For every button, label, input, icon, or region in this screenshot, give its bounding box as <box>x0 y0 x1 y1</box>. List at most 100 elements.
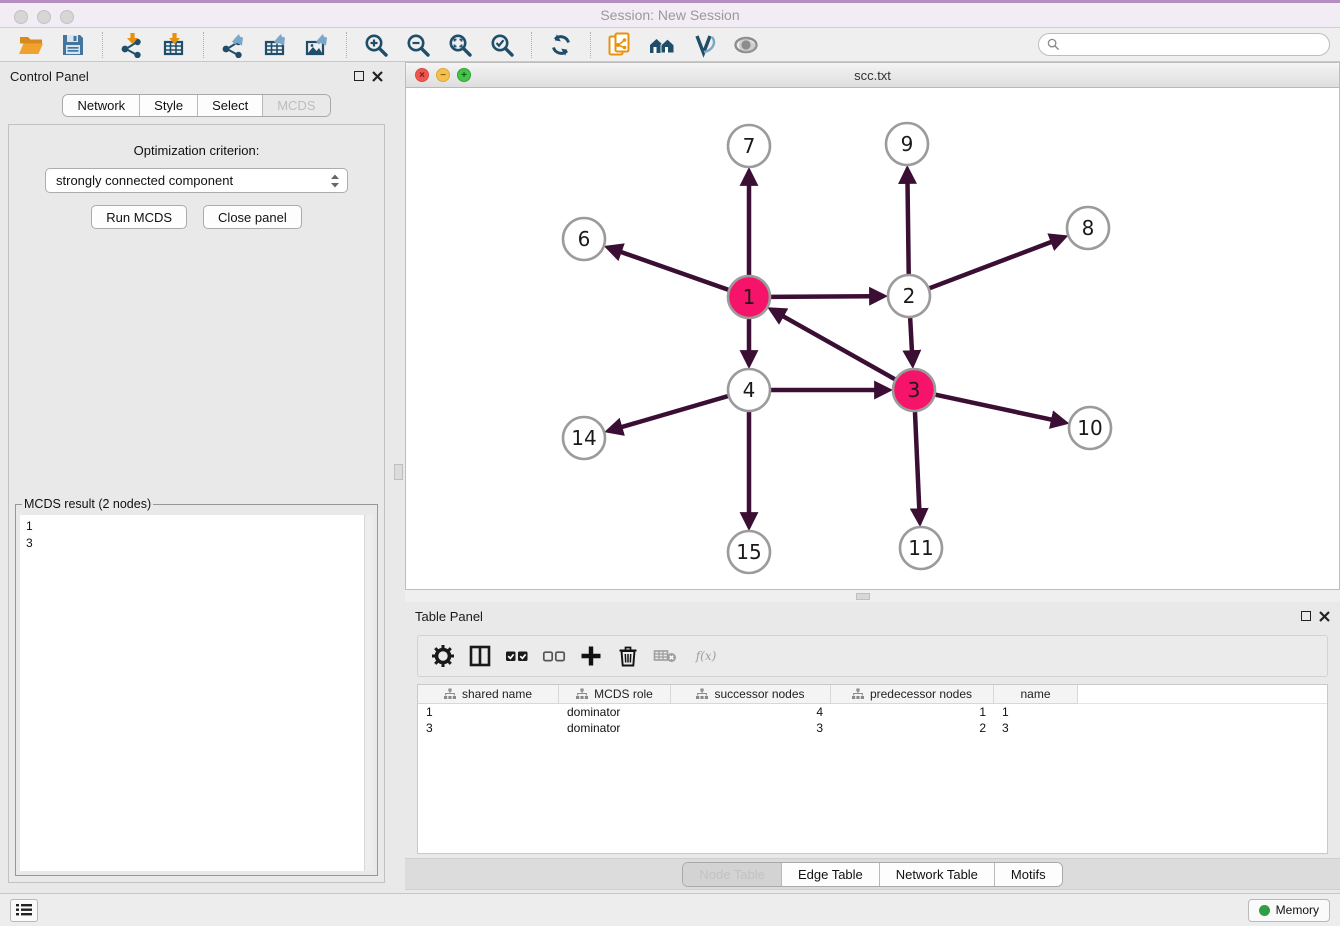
column-header-shared_name[interactable]: shared name <box>418 685 559 704</box>
export-table-icon[interactable] <box>259 30 291 60</box>
maximize-network-icon[interactable]: + <box>457 68 471 82</box>
tab-edge-table[interactable]: Edge Table <box>782 863 880 886</box>
column-header-predecessor_nodes[interactable]: predecessor nodes <box>831 685 994 704</box>
edge-2-9[interactable] <box>908 182 909 274</box>
cell-successor_nodes[interactable]: 3 <box>671 721 831 735</box>
edge-1-2[interactable] <box>771 296 871 297</box>
column-header-mcds_role[interactable]: MCDS role <box>559 685 671 704</box>
tab-style[interactable]: Style <box>140 95 198 116</box>
minimize-network-icon[interactable]: − <box>436 68 450 82</box>
graph-node-9[interactable]: 9 <box>886 123 928 165</box>
close-panel-icon[interactable] <box>1319 611 1330 622</box>
criterion-select[interactable]: strongly connected component <box>45 168 348 193</box>
save-session-icon[interactable] <box>57 30 89 60</box>
zoom-in-icon[interactable] <box>360 30 392 60</box>
svg-text:15: 15 <box>736 540 761 564</box>
cell-mcds_role[interactable]: dominator <box>559 705 671 719</box>
edge-4-14[interactable] <box>620 396 727 427</box>
delete-column-icon[interactable] <box>611 639 645 673</box>
zoom-selected-icon[interactable] <box>486 30 518 60</box>
edge-2-3[interactable] <box>910 318 912 352</box>
float-panel-icon[interactable] <box>1301 611 1311 621</box>
graph-node-1[interactable]: 1 <box>728 276 770 318</box>
network-canvas[interactable]: 7 9 6 8 1 2 4 3 14 10 15 11 <box>406 88 1339 589</box>
tab-node-table[interactable]: Node Table <box>683 863 782 886</box>
split-pane-icon[interactable] <box>463 639 497 673</box>
add-column-icon[interactable] <box>574 639 608 673</box>
search-box[interactable] <box>1038 33 1330 56</box>
close-window-icon[interactable] <box>14 10 28 24</box>
graph-node-10[interactable]: 10 <box>1069 407 1111 449</box>
window-traffic-lights[interactable] <box>14 10 74 24</box>
app-window: Session: New Session Control Panel Netwo… <box>0 0 1340 926</box>
gear-icon[interactable] <box>426 639 460 673</box>
close-network-icon[interactable]: × <box>415 68 429 82</box>
tab-mcds[interactable]: MCDS <box>263 95 329 116</box>
cell-mcds_role[interactable]: dominator <box>559 721 671 735</box>
minimize-window-icon[interactable] <box>37 10 51 24</box>
graph-node-3[interactable]: 3 <box>893 369 935 411</box>
tab-network-table[interactable]: Network Table <box>880 863 995 886</box>
open-network-file-icon[interactable] <box>604 30 636 60</box>
cell-name[interactable]: 3 <box>994 721 1078 735</box>
splitter-handle[interactable] <box>856 593 870 600</box>
cell-successor_nodes[interactable]: 4 <box>671 705 831 719</box>
cell-predecessor_nodes[interactable]: 1 <box>831 705 994 719</box>
tab-select[interactable]: Select <box>198 95 263 116</box>
select-all-columns-icon[interactable] <box>500 639 534 673</box>
zoom-fit-icon[interactable] <box>444 30 476 60</box>
float-panel-icon[interactable] <box>354 71 364 81</box>
tab-network[interactable]: Network <box>63 95 140 116</box>
edge-3-10[interactable] <box>936 395 1053 420</box>
import-table-icon[interactable] <box>158 30 190 60</box>
table-row-2[interactable]: 3dominator323 <box>418 720 1327 736</box>
graph-node-11[interactable]: 11 <box>900 527 942 569</box>
network-window-titlebar[interactable]: × − + scc.txt <box>406 63 1339 88</box>
tab-motifs[interactable]: Motifs <box>995 863 1062 886</box>
vertical-splitter[interactable] <box>393 62 405 893</box>
network-graph[interactable]: 7 9 6 8 1 2 4 3 14 10 15 11 <box>406 88 1339 589</box>
horizontal-splitter[interactable] <box>405 590 1340 602</box>
cyndex-icon[interactable] <box>688 30 720 60</box>
zoom-window-icon[interactable] <box>60 10 74 24</box>
refresh-layout-icon[interactable] <box>545 30 577 60</box>
graph-node-2[interactable]: 2 <box>888 275 930 317</box>
cell-predecessor_nodes[interactable]: 2 <box>831 721 994 735</box>
home-icon[interactable] <box>646 30 678 60</box>
edge-3-1[interactable] <box>782 316 895 380</box>
close-panel-icon[interactable] <box>372 71 383 82</box>
graph-node-14[interactable]: 14 <box>563 417 605 459</box>
import-network-icon[interactable] <box>116 30 148 60</box>
column-header-successor_nodes[interactable]: successor nodes <box>671 685 831 704</box>
column-label: MCDS role <box>594 687 653 701</box>
task-history-button[interactable] <box>10 899 38 922</box>
graph-node-6[interactable]: 6 <box>563 218 605 260</box>
run-mcds-button[interactable]: Run MCDS <box>91 205 187 229</box>
edge-1-6[interactable] <box>620 252 728 290</box>
graph-node-15[interactable]: 15 <box>728 531 770 573</box>
search-input[interactable] <box>1065 38 1321 52</box>
splitter-handle[interactable] <box>394 464 403 480</box>
open-session-icon[interactable] <box>15 30 47 60</box>
criterion-value: strongly connected component <box>56 173 329 188</box>
cell-name[interactable]: 1 <box>994 705 1078 719</box>
memory-button[interactable]: Memory <box>1248 899 1330 922</box>
zoom-out-icon[interactable] <box>402 30 434 60</box>
column-header-name[interactable]: name <box>994 685 1078 704</box>
cell-shared_name[interactable]: 3 <box>418 721 559 735</box>
node-table[interactable]: shared name MCDS role successor nodesprede… <box>417 684 1328 854</box>
table-row-1[interactable]: 1dominator411 <box>418 704 1327 720</box>
close-panel-button[interactable]: Close panel <box>203 205 302 229</box>
table-empty-area <box>418 736 1327 853</box>
result-scrollbar[interactable] <box>364 515 373 871</box>
edge-3-11[interactable] <box>915 412 919 510</box>
graph-node-7[interactable]: 7 <box>728 125 770 167</box>
eye-icon[interactable] <box>730 30 762 60</box>
graph-node-4[interactable]: 4 <box>728 369 770 411</box>
edge-2-8[interactable] <box>930 241 1053 288</box>
unselect-all-columns-icon[interactable] <box>537 639 571 673</box>
graph-node-8[interactable]: 8 <box>1067 207 1109 249</box>
cell-shared_name[interactable]: 1 <box>418 705 559 719</box>
export-network-icon[interactable] <box>217 30 249 60</box>
export-image-icon[interactable] <box>301 30 333 60</box>
